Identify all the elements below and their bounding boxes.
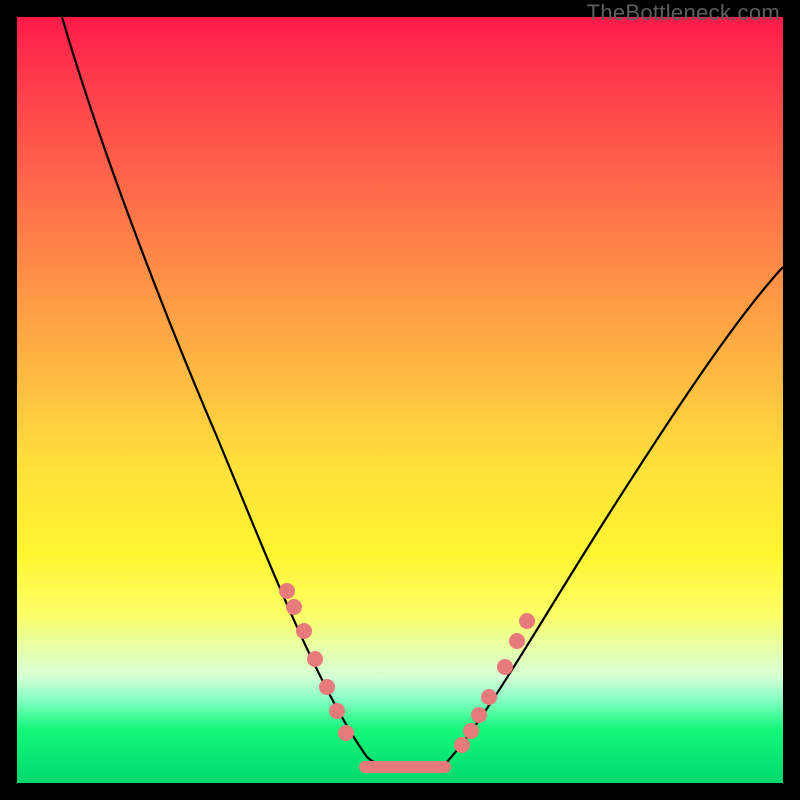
- data-dot: [319, 679, 335, 695]
- data-dot: [286, 599, 302, 615]
- data-dot: [338, 725, 354, 741]
- data-dot: [463, 723, 479, 739]
- data-dot: [329, 703, 345, 719]
- data-dot: [481, 689, 497, 705]
- data-dot: [296, 623, 312, 639]
- bottleneck-curve-plot: [17, 17, 783, 783]
- watermark-text: TheBottleneck.com: [587, 0, 780, 26]
- data-dot: [509, 633, 525, 649]
- data-dot: [519, 613, 535, 629]
- data-dot: [307, 651, 323, 667]
- data-dot: [279, 583, 295, 599]
- right-dot-cluster: [454, 613, 535, 753]
- v-curve: [62, 17, 783, 771]
- chart-frame: [17, 17, 783, 783]
- data-dot: [497, 659, 513, 675]
- data-dot: [454, 737, 470, 753]
- data-dot: [471, 707, 487, 723]
